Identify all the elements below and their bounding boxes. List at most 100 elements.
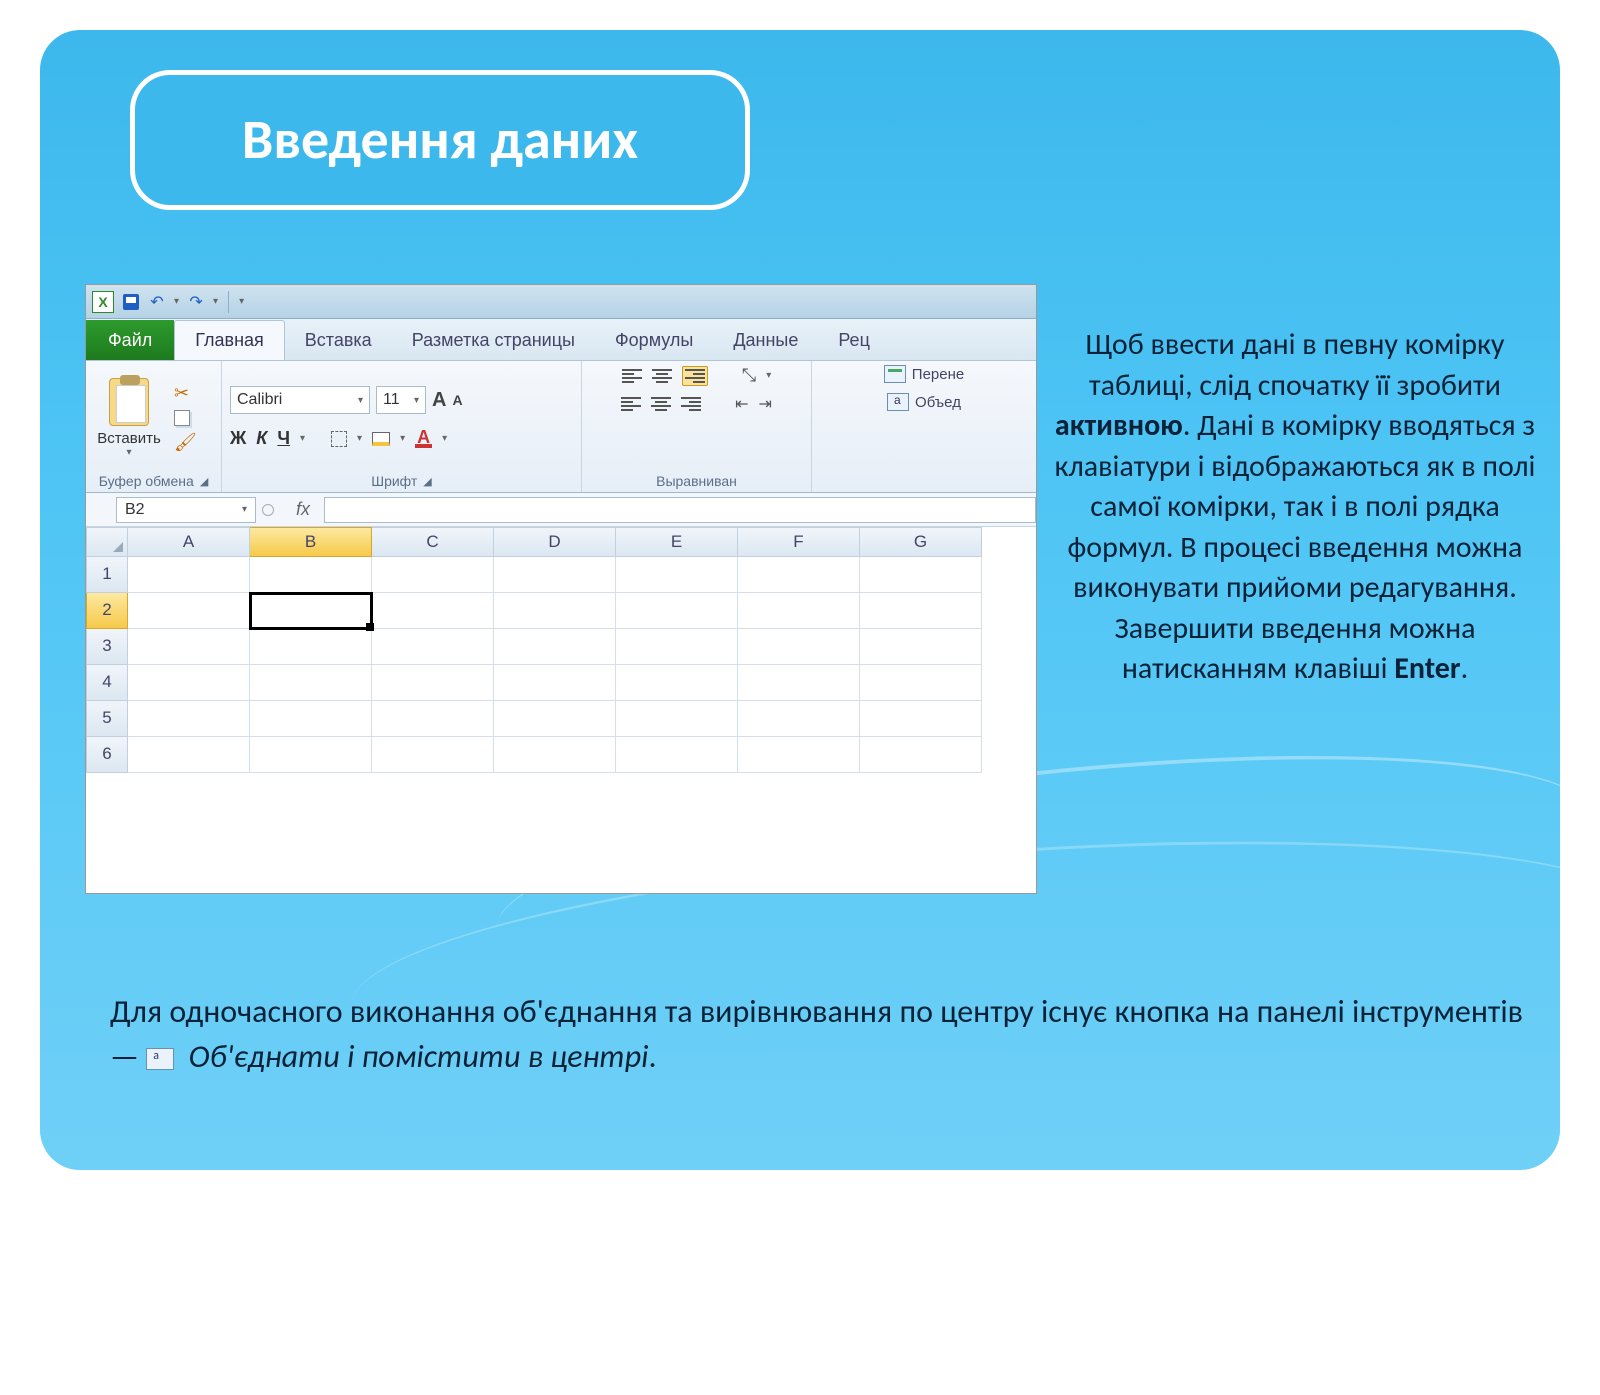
cell[interactable]: [738, 701, 860, 737]
font-dialog-launcher-icon[interactable]: ◢: [423, 475, 431, 488]
font-color-icon[interactable]: A: [415, 430, 432, 448]
cell[interactable]: [494, 593, 616, 629]
format-painter-icon[interactable]: 🖌: [174, 432, 197, 453]
qat-customize-icon[interactable]: ▾: [239, 296, 244, 307]
cell[interactable]: [860, 593, 982, 629]
underline-dropdown-icon[interactable]: ▾: [300, 433, 305, 444]
clipboard-dialog-launcher-icon[interactable]: ◢: [200, 475, 208, 488]
copy-icon[interactable]: [174, 410, 190, 426]
cut-icon[interactable]: ✂: [174, 383, 197, 404]
font-name-select[interactable]: Calibri ▾: [230, 386, 370, 414]
col-header-E[interactable]: E: [616, 527, 738, 557]
cell[interactable]: [128, 701, 250, 737]
cell[interactable]: [372, 737, 494, 773]
cell[interactable]: [616, 629, 738, 665]
cell[interactable]: [616, 701, 738, 737]
cell[interactable]: [250, 665, 372, 701]
align-middle-icon[interactable]: [652, 369, 672, 383]
font-size-select[interactable]: 11 ▾: [376, 386, 426, 414]
cell[interactable]: [494, 701, 616, 737]
formula-input[interactable]: [324, 497, 1036, 523]
row-header-4[interactable]: 4: [86, 665, 128, 701]
wrap-text-button[interactable]: Перене: [884, 365, 964, 383]
cell[interactable]: [128, 665, 250, 701]
shrink-font-icon[interactable]: A: [452, 392, 462, 408]
col-header-C[interactable]: C: [372, 527, 494, 557]
bold-button[interactable]: Ж: [230, 428, 246, 449]
redo-button[interactable]: ↷: [187, 293, 205, 311]
tab-data[interactable]: Данные: [713, 320, 818, 360]
cell[interactable]: [128, 593, 250, 629]
name-box[interactable]: B2 ▾: [116, 497, 256, 523]
redo-dropdown-icon[interactable]: ▾: [213, 296, 218, 307]
select-all-corner[interactable]: [86, 527, 128, 557]
cell[interactable]: [738, 629, 860, 665]
col-header-G[interactable]: G: [860, 527, 982, 557]
tab-home[interactable]: Главная: [174, 320, 285, 360]
orientation-icon[interactable]: ⤡: [742, 365, 756, 386]
decrease-indent-icon[interactable]: ⇤: [735, 394, 748, 414]
align-bottom-button-active[interactable]: [682, 366, 708, 386]
fill-dropdown-icon[interactable]: ▾: [400, 433, 405, 444]
col-header-B[interactable]: B: [250, 527, 372, 557]
col-header-D[interactable]: D: [494, 527, 616, 557]
paste-dropdown-icon[interactable]: ▾: [126, 447, 131, 458]
merge-center-button[interactable]: Объед: [887, 393, 961, 411]
cell[interactable]: [860, 701, 982, 737]
borders-dropdown-icon[interactable]: ▾: [357, 433, 362, 444]
align-right-icon[interactable]: [681, 397, 701, 411]
cell[interactable]: [616, 737, 738, 773]
cell[interactable]: [860, 557, 982, 593]
tab-formulas[interactable]: Формулы: [595, 320, 713, 360]
align-center-icon[interactable]: [651, 397, 671, 411]
paste-button[interactable]: Вставить ▾: [94, 378, 164, 458]
tab-insert[interactable]: Вставка: [285, 320, 392, 360]
cell[interactable]: [860, 629, 982, 665]
italic-button[interactable]: К: [256, 428, 267, 449]
cell[interactable]: [616, 593, 738, 629]
cell[interactable]: [738, 557, 860, 593]
row-header-3[interactable]: 3: [86, 629, 128, 665]
cell[interactable]: [250, 701, 372, 737]
tab-review[interactable]: Рец: [818, 320, 890, 360]
cell[interactable]: [738, 593, 860, 629]
save-button[interactable]: [122, 293, 140, 311]
borders-icon[interactable]: [331, 431, 347, 447]
cell[interactable]: [128, 737, 250, 773]
cell[interactable]: [494, 629, 616, 665]
cell[interactable]: [860, 737, 982, 773]
tab-file[interactable]: Файл: [86, 320, 174, 360]
col-header-F[interactable]: F: [738, 527, 860, 557]
cell[interactable]: [372, 629, 494, 665]
cell[interactable]: [250, 629, 372, 665]
undo-button[interactable]: ↶: [148, 293, 166, 311]
spreadsheet-grid[interactable]: A B C D E F G 1 2 3 4: [86, 527, 1036, 773]
fx-icon[interactable]: fx: [296, 499, 310, 520]
grow-font-icon[interactable]: A: [432, 389, 446, 412]
cell[interactable]: [372, 701, 494, 737]
cell[interactable]: [616, 557, 738, 593]
col-header-A[interactable]: A: [128, 527, 250, 557]
cell[interactable]: [372, 593, 494, 629]
row-header-5[interactable]: 5: [86, 701, 128, 737]
cell[interactable]: [250, 737, 372, 773]
tab-page-layout[interactable]: Разметка страницы: [392, 320, 595, 360]
orientation-dropdown-icon[interactable]: ▾: [766, 370, 771, 381]
fill-color-icon[interactable]: [372, 432, 390, 446]
row-header-1[interactable]: 1: [86, 557, 128, 593]
cell[interactable]: [128, 629, 250, 665]
cell[interactable]: [860, 665, 982, 701]
cell-B2[interactable]: [250, 593, 372, 629]
cell[interactable]: [494, 737, 616, 773]
cancel-formula-icon[interactable]: [262, 504, 274, 516]
increase-indent-icon[interactable]: ⇥: [759, 394, 772, 414]
underline-button[interactable]: Ч: [277, 428, 290, 449]
cell[interactable]: [616, 665, 738, 701]
row-header-6[interactable]: 6: [86, 737, 128, 773]
cell[interactable]: [738, 665, 860, 701]
row-header-2[interactable]: 2: [86, 593, 128, 629]
cell[interactable]: [372, 665, 494, 701]
cell[interactable]: [250, 557, 372, 593]
cell[interactable]: [738, 737, 860, 773]
cell[interactable]: [372, 557, 494, 593]
